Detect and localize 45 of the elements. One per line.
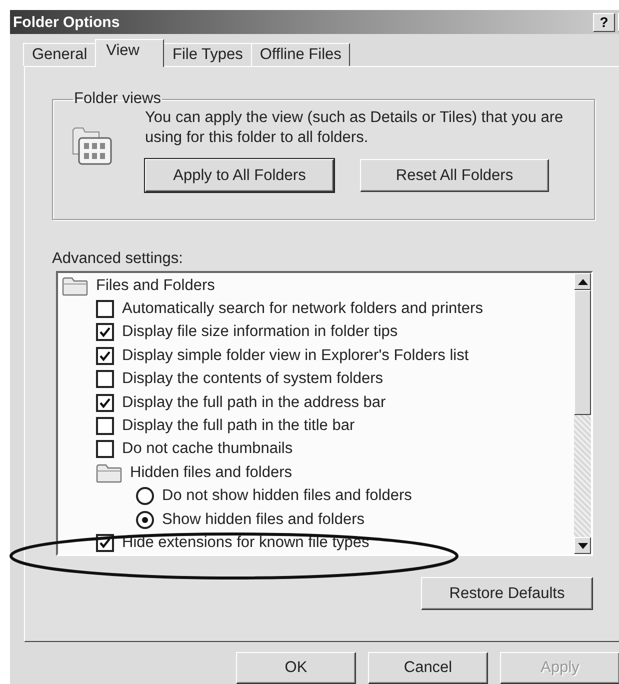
group-label: Hidden files and folders [130, 464, 292, 482]
checkbox[interactable] [96, 300, 114, 318]
description: You can apply the view (such as Details or Tiles) that you are using for this folder to all folders. [145, 108, 564, 148]
checkbox[interactable] [96, 417, 114, 436]
scroll-thumb[interactable] [574, 290, 591, 415]
dialog-button[interactable]: OK [236, 652, 356, 684]
scrollbar[interactable] [574, 273, 591, 554]
tab[interactable]: Offline Files [250, 43, 350, 66]
option-label: Show hidden files and folders [162, 510, 364, 529]
option-label: Display the full path in the title bar [122, 417, 355, 436]
tab[interactable]: General [23, 43, 96, 66]
radio-button[interactable] [136, 510, 154, 529]
restore-defaults-button[interactable]: Restore Defaults [421, 577, 593, 610]
scroll-up-button[interactable] [574, 273, 591, 290]
option-label: Display the full path in the address bar [122, 394, 386, 412]
window-title: Folder Options [12, 14, 120, 30]
up-triangle-icon [578, 278, 588, 284]
option-label: Do not cache thumbnails [122, 440, 293, 458]
folder-view-button[interactable]: Apply to All Folders [145, 159, 334, 192]
checkbox[interactable] [96, 346, 114, 365]
scroll-down-button[interactable] [574, 537, 591, 554]
option-label: Do not show hidden files and folders [162, 487, 412, 506]
dialog-button[interactable]: Cancel [368, 652, 488, 684]
tab[interactable]: View [95, 39, 164, 67]
option-label: Automatically search for network folders and printers [122, 300, 483, 318]
radio-button[interactable] [136, 487, 154, 506]
help-button[interactable]: ? [593, 12, 615, 32]
group-label: Files and Folders [96, 276, 215, 295]
option-label: Display the contents of system folders [122, 370, 384, 388]
folder-view-button[interactable]: Reset All Folders [360, 159, 549, 192]
folder-icon [96, 462, 122, 483]
checkmark-icon [98, 396, 112, 410]
section-label: Advanced settings: [52, 250, 184, 268]
folder-icon [62, 276, 88, 296]
group-title: Folder views [73, 90, 162, 108]
checkbox[interactable] [96, 370, 114, 388]
option-label: Display simple folder view in Explorer's Folders list [122, 346, 469, 365]
option-label: Display file size information in folder tips [122, 323, 398, 342]
checkmark-icon [98, 348, 112, 363]
checkbox[interactable] [96, 323, 114, 342]
checkbox[interactable] [96, 440, 114, 458]
checkmark-icon [98, 325, 112, 340]
checkbox[interactable] [96, 394, 114, 412]
down-triangle-icon [578, 542, 588, 548]
option-label: Hide extensions for known file types [122, 534, 370, 552]
